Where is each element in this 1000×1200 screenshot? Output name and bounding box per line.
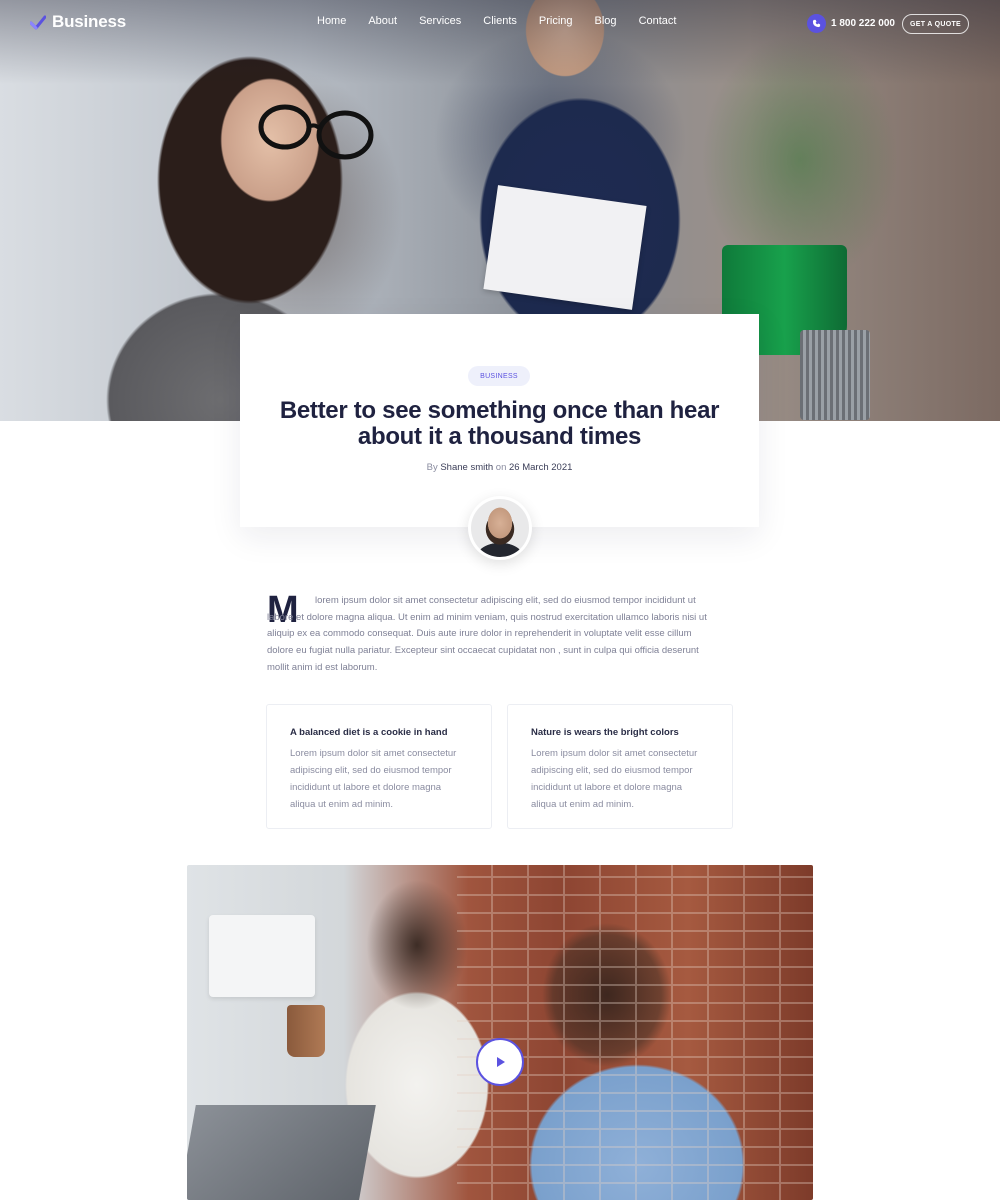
nav-link-contact[interactable]: Contact: [639, 15, 677, 27]
nav-link-services[interactable]: Services: [419, 15, 461, 27]
phone-contact[interactable]: 1 800 222 000: [807, 14, 895, 33]
top-navigation: Business Home About Services Clients Pri…: [0, 0, 1000, 48]
logo-text: Business: [52, 12, 126, 31]
post-byline: By Shane smith on 26 March 2021: [240, 462, 759, 473]
author-avatar[interactable]: [468, 496, 532, 560]
article-paragraph-text: lorem ipsum dolor sit amet consectetur a…: [267, 595, 707, 673]
video-laptop: [187, 1105, 376, 1200]
phone-icon: [807, 14, 826, 33]
logo-check-icon: [30, 15, 46, 30]
author-avatar-photo: [471, 499, 529, 557]
phone-number: 1 800 222 000: [831, 18, 895, 29]
nav-link-about[interactable]: About: [368, 15, 397, 27]
author-name[interactable]: Shane smith: [440, 462, 493, 473]
logo[interactable]: Business: [30, 12, 126, 32]
get-a-quote-button[interactable]: GET A QUOTE: [902, 14, 969, 34]
nav-link-blog[interactable]: Blog: [595, 15, 617, 27]
video-brick-wall: [457, 865, 813, 1200]
play-button[interactable]: [476, 1038, 524, 1086]
nav-menu: Home About Services Clients Pricing Blog…: [317, 15, 698, 27]
post-title: Better to see something once than hear a…: [279, 397, 720, 450]
feature-box-1: A balanced diet is a cookie in hand Lore…: [266, 704, 492, 829]
category-badge[interactable]: BUSINESS: [468, 366, 530, 386]
byline-on-label: on: [495, 462, 507, 473]
video-coffee-cup: [287, 1005, 325, 1057]
video-air-conditioner: [209, 915, 315, 997]
byline-by-label: By: [426, 462, 438, 473]
feature-title: A balanced diet is a cookie in hand: [290, 727, 448, 738]
video-thumbnail[interactable]: [187, 865, 813, 1200]
nav-link-pricing[interactable]: Pricing: [539, 15, 573, 27]
feature-title: Nature is wears the bright colors: [531, 727, 679, 738]
feature-text: Lorem ipsum dolor sit amet consectetur a…: [531, 748, 698, 810]
play-icon: [497, 1057, 505, 1067]
article-paragraph: lorem ipsum dolor sit amet consectetur a…: [267, 593, 719, 677]
nav-link-home[interactable]: Home: [317, 15, 346, 27]
feature-text: Lorem ipsum dolor sit amet consectetur a…: [290, 748, 457, 810]
feature-box-2: Nature is wears the bright colors Lorem …: [507, 704, 733, 829]
post-date: 26 March 2021: [509, 462, 573, 473]
nav-link-clients[interactable]: Clients: [483, 15, 517, 27]
